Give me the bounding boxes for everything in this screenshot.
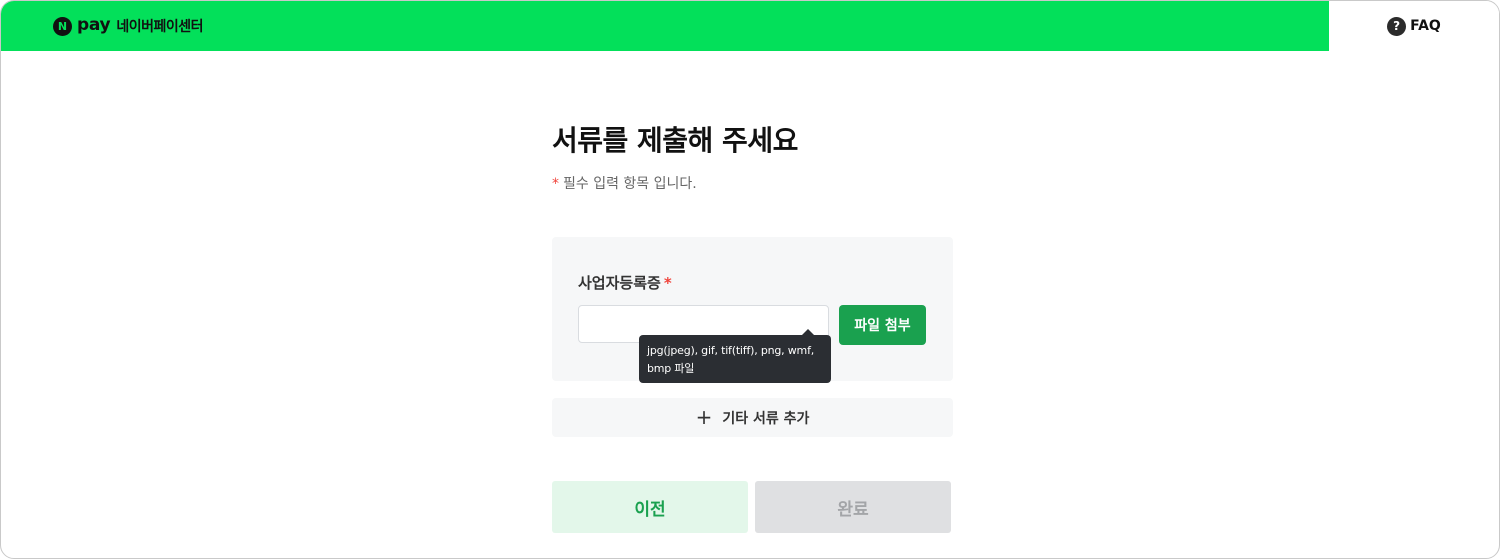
naver-pay-logo[interactable]: N pay 네이버페이센터 — [53, 16, 203, 36]
complete-button[interactable]: 완료 — [755, 481, 951, 533]
business-registration-label: 사업자등록증 * — [578, 272, 672, 293]
page-frame: N pay 네이버페이센터 ? FAQ 서류를 제출해 주세요 * 필수 입력 항… — [0, 0, 1500, 559]
add-document-label: 기타 서류 추가 — [722, 410, 810, 427]
header: N pay 네이버페이센터 ? FAQ — [1, 1, 1499, 51]
plus-icon: + — [695, 404, 713, 429]
required-asterisk: * — [552, 176, 559, 192]
page-title: 서류를 제출해 주세요 — [552, 124, 798, 157]
previous-button[interactable]: 이전 — [552, 481, 748, 533]
faq-label: FAQ — [1410, 18, 1441, 34]
faq-link[interactable]: ? FAQ — [1329, 1, 1499, 51]
required-note-text: 필수 입력 항목 입니다. — [563, 176, 697, 192]
service-name: 네이버페이센터 — [116, 19, 203, 35]
add-other-document-button[interactable]: + 기타 서류 추가 — [552, 398, 953, 437]
tooltip-text: jpg(jpeg), gif, tif(tiff), png, wmf, bmp… — [647, 344, 815, 375]
required-asterisk: * — [663, 274, 672, 292]
file-type-tooltip: jpg(jpeg), gif, tif(tiff), png, wmf, bmp… — [639, 329, 831, 383]
naver-n-icon: N — [53, 16, 72, 36]
tooltip-arrow — [802, 329, 814, 335]
question-icon: ? — [1387, 16, 1407, 36]
pay-logo-text: pay — [77, 14, 111, 35]
attach-file-button[interactable]: 파일 첨부 — [839, 305, 926, 345]
required-note: * 필수 입력 항목 입니다. — [552, 173, 697, 193]
field-label-text: 사업자등록증 — [578, 274, 661, 292]
header-brand-bar: N pay 네이버페이센터 — [1, 1, 1329, 51]
